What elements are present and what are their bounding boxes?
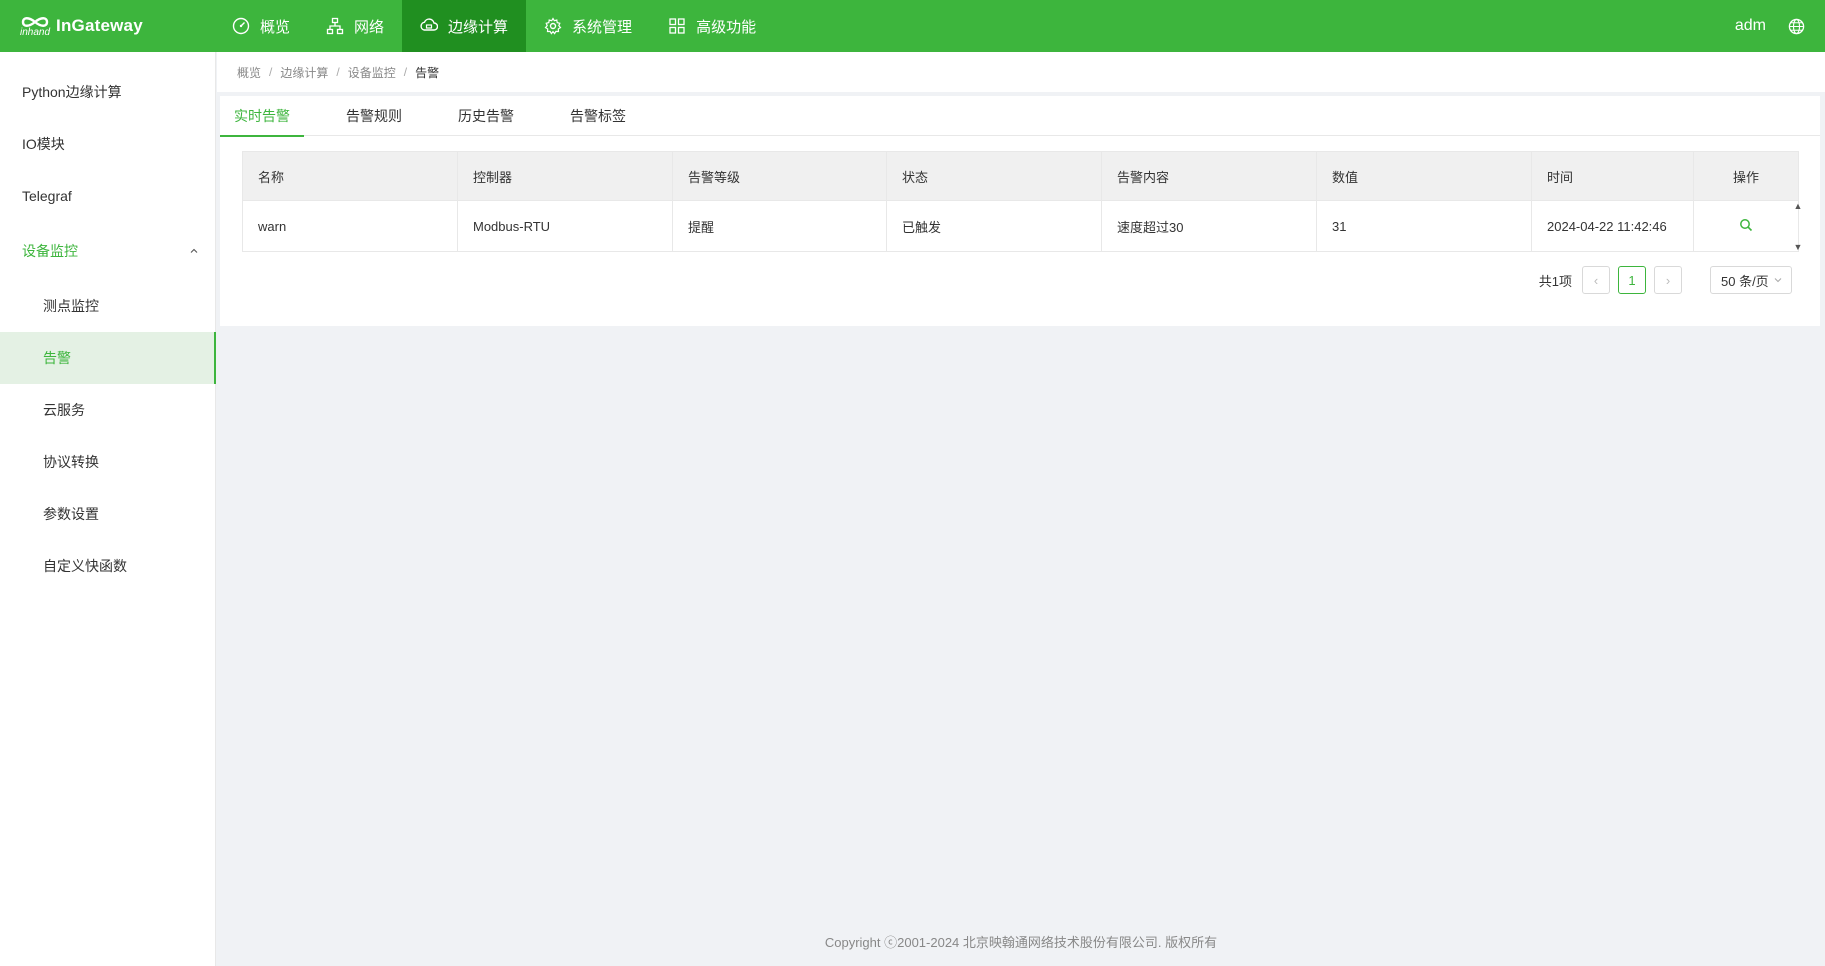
user-menu[interactable]: adm <box>1735 17 1766 35</box>
table-header-row: 名称 控制器 告警等级 状态 告警内容 数值 时间 操作 <box>242 151 1799 201</box>
sidebar-item-label: 告警 <box>43 350 71 366</box>
sidebar-group-device-monitor[interactable]: 设备监控 <box>0 222 215 280</box>
tab-history-alarm[interactable]: 历史告警 <box>444 96 528 136</box>
globe-icon[interactable] <box>1788 18 1805 35</box>
inhand-logo-icon: inhand <box>20 14 50 38</box>
column-header: 告警内容 <box>1101 151 1317 201</box>
dashboard-icon <box>232 17 250 35</box>
sidebar-item-label: 自定义快函数 <box>43 558 127 574</box>
table-scrollbar[interactable]: ▲ ▼ <box>1792 201 1804 252</box>
column-header: 控制器 <box>457 151 673 201</box>
network-icon <box>326 17 344 35</box>
breadcrumb-item[interactable]: 边缘计算 <box>280 64 328 81</box>
chevron-left-icon: ‹ <box>1593 272 1599 288</box>
column-header: 名称 <box>242 151 458 201</box>
sidebar-item-label: 云服务 <box>43 402 85 418</box>
cell-time: 2024-04-22 11:42:46 <box>1531 200 1694 252</box>
breadcrumb-item[interactable]: 设备监控 <box>348 64 396 81</box>
scroll-down-icon[interactable]: ▼ <box>1794 242 1803 252</box>
nav-edge-computing[interactable]: 边缘计算 <box>402 0 527 52</box>
column-header: 告警等级 <box>672 151 887 201</box>
tab-alarm-tags[interactable]: 告警标签 <box>556 96 640 136</box>
chevron-down-icon <box>1774 278 1782 283</box>
pagination-total: 共1项 <box>1538 273 1572 289</box>
footer-copyright: Copyright ⓒ2001-2024 北京映翰通网络技术股份有限公司. 版权… <box>824 935 1218 950</box>
cell-level: 提醒 <box>672 200 887 252</box>
search-icon[interactable] <box>1739 218 1753 232</box>
breadcrumb-separator: / <box>269 65 273 79</box>
top-header: inhand InGateway 概览 网络 边缘计算 系统管理 高级功能 ad… <box>0 0 1825 52</box>
chevron-right-icon: › <box>1665 272 1671 288</box>
nav-label: 系统管理 <box>572 18 633 36</box>
table-row: warn Modbus-RTU 提醒 已触发 速度超过30 31 2024-04… <box>242 200 1799 252</box>
sidebar-item-alarm[interactable]: 告警 <box>0 332 216 384</box>
nav-advanced[interactable]: 高级功能 <box>650 0 774 52</box>
sidebar-item-label: 参数设置 <box>43 506 99 522</box>
cell-status: 已触发 <box>886 200 1102 252</box>
grid-icon <box>669 18 685 34</box>
cell-actions <box>1693 200 1799 252</box>
sidebar-item-label: Telegraf <box>22 188 72 204</box>
tab-alarm-rules[interactable]: 告警规则 <box>332 96 416 136</box>
sidebar-item-label: 测点监控 <box>43 298 99 314</box>
sidebar: Python边缘计算 IO模块 Telegraf 设备监控 测点监控 告警 云服… <box>0 52 216 966</box>
page-size-value: 50 条/页 <box>1721 273 1769 289</box>
alarm-table: 名称 控制器 告警等级 状态 告警内容 数值 时间 操作 warn Modbus… <box>242 151 1804 252</box>
breadcrumb-separator: / <box>336 65 340 79</box>
sidebar-item-label: 协议转换 <box>43 454 99 470</box>
nav-label: 高级功能 <box>696 18 757 36</box>
cell-controller: Modbus-RTU <box>457 200 673 252</box>
breadcrumb-separator: / <box>403 65 408 79</box>
chevron-up-icon <box>190 248 198 253</box>
nav-system[interactable]: 系统管理 <box>526 0 650 52</box>
edge-computing-icon <box>420 18 439 31</box>
scroll-up-icon[interactable]: ▲ <box>1794 201 1803 211</box>
prev-page-button[interactable]: ‹ <box>1582 266 1610 294</box>
tab-realtime-alarm[interactable]: 实时告警 <box>220 96 304 137</box>
tab-bar: 实时告警 告警规则 历史告警 告警标签 <box>220 96 1820 137</box>
logo: inhand InGateway <box>0 0 214 52</box>
pagination: 共1项 ‹ 1 › 50 条/页 <box>1539 266 1792 294</box>
sidebar-item-cloud[interactable]: 云服务 <box>0 384 215 436</box>
nav-label: 概览 <box>260 18 291 36</box>
nav-label: 网络 <box>354 18 385 36</box>
breadcrumb: 概览 / 边缘计算 / 设备监控 / 告警 <box>217 52 1825 92</box>
sidebar-item-params[interactable]: 参数设置 <box>0 488 215 540</box>
sidebar-group-label: 设备监控 <box>22 243 78 259</box>
column-header: 操作 <box>1693 151 1799 201</box>
nav-label: 边缘计算 <box>448 18 509 36</box>
brand-name: InGateway <box>56 16 143 35</box>
main-nav: 概览 网络 边缘计算 系统管理 高级功能 <box>214 0 774 52</box>
breadcrumb-item[interactable]: 概览 <box>237 64 261 81</box>
alarm-panel: 实时告警 告警规则 历史告警 告警标签 名称 控制器 告警等级 状态 告警内容 … <box>220 96 1820 326</box>
sidebar-item-point-monitor[interactable]: 测点监控 <box>0 280 215 332</box>
cell-content: 速度超过30 <box>1101 200 1317 252</box>
breadcrumb-current: 告警 <box>415 65 440 80</box>
sidebar-item-python[interactable]: Python边缘计算 <box>0 66 215 118</box>
brand-sub: inhand <box>20 27 51 38</box>
column-header: 状态 <box>886 151 1102 201</box>
sidebar-item-telegraf[interactable]: Telegraf <box>0 170 215 222</box>
sidebar-item-label: IO模块 <box>22 136 65 152</box>
sidebar-item-protocol[interactable]: 协议转换 <box>0 436 215 488</box>
header-right: adm <box>1735 17 1825 35</box>
column-header: 数值 <box>1316 151 1532 201</box>
column-header: 时间 <box>1531 151 1694 201</box>
sidebar-item-label: Python边缘计算 <box>22 84 122 100</box>
page-button[interactable]: 1 <box>1618 266 1646 294</box>
sidebar-item-io[interactable]: IO模块 <box>0 118 215 170</box>
sidebar-item-custom-func[interactable]: 自定义快函数 <box>0 540 215 592</box>
cell-name: warn <box>242 200 458 252</box>
gear-icon <box>544 17 562 35</box>
cell-value: 31 <box>1316 200 1532 252</box>
next-page-button[interactable]: › <box>1654 266 1682 294</box>
page-size-select[interactable]: 50 条/页 <box>1710 266 1792 294</box>
nav-overview[interactable]: 概览 <box>214 0 308 52</box>
nav-network[interactable]: 网络 <box>308 0 402 52</box>
